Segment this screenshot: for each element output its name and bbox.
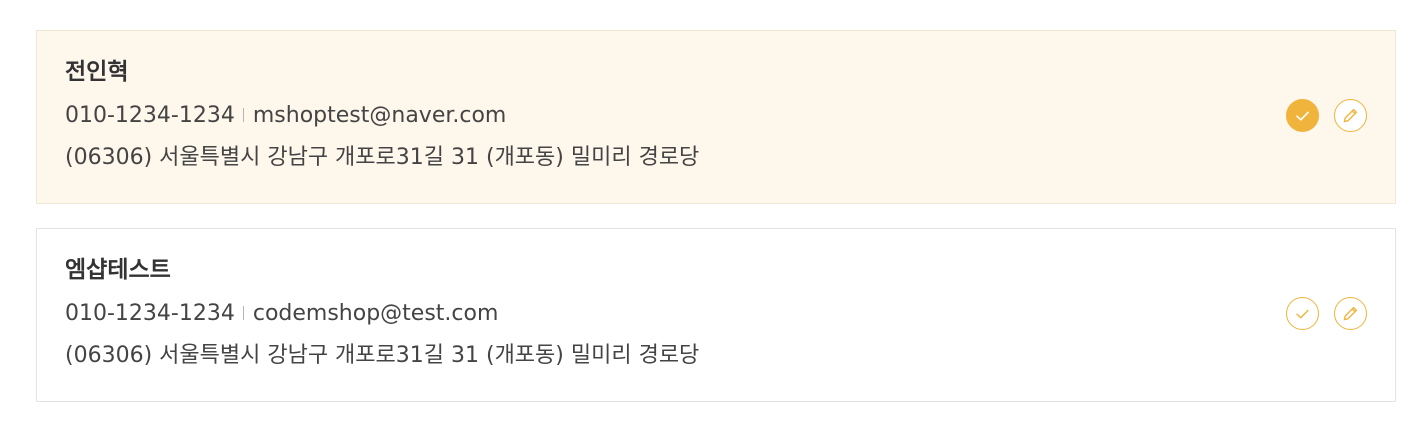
address-card-2[interactable]: 엠샵테스트 010-1234-1234 codemshop@test.com (0… xyxy=(36,228,1396,402)
address-list: 전인혁 010-1234-1234 mshoptest@naver.com (06… xyxy=(36,30,1396,426)
edit-address-button[interactable] xyxy=(1334,99,1367,132)
phone-number: 010-1234-1234 xyxy=(65,103,235,128)
select-address-button[interactable] xyxy=(1286,99,1319,132)
card-actions xyxy=(1286,99,1367,132)
address-info: 전인혁 010-1234-1234 mshoptest@naver.com (06… xyxy=(65,55,699,174)
contact-line: 010-1234-1234 codemshop@test.com xyxy=(65,298,699,330)
select-address-button[interactable] xyxy=(1286,297,1319,330)
card-actions xyxy=(1286,297,1367,330)
pencil-icon xyxy=(1343,306,1358,321)
divider xyxy=(242,306,244,320)
check-icon xyxy=(1296,309,1309,319)
address-info: 엠샵테스트 010-1234-1234 codemshop@test.com (0… xyxy=(65,253,699,372)
pencil-icon xyxy=(1343,108,1358,123)
recipient-name: 전인혁 xyxy=(65,59,129,85)
address-card-1[interactable]: 전인혁 010-1234-1234 mshoptest@naver.com (06… xyxy=(36,30,1396,204)
postal-address: (06306) 서울특별시 강남구 개포로31길 31 (개포동) 밀미리 경로… xyxy=(65,145,700,170)
email-address: mshoptest@naver.com xyxy=(252,103,507,128)
check-icon xyxy=(1296,111,1309,121)
phone-number: 010-1234-1234 xyxy=(65,301,235,326)
recipient-name: 엠샵테스트 xyxy=(65,257,171,283)
postal-address: (06306) 서울특별시 강남구 개포로31길 31 (개포동) 밀미리 경로… xyxy=(65,343,700,368)
email-address: codemshop@test.com xyxy=(252,301,499,326)
divider xyxy=(242,108,244,122)
contact-line: 010-1234-1234 mshoptest@naver.com xyxy=(65,100,699,132)
edit-address-button[interactable] xyxy=(1334,297,1367,330)
